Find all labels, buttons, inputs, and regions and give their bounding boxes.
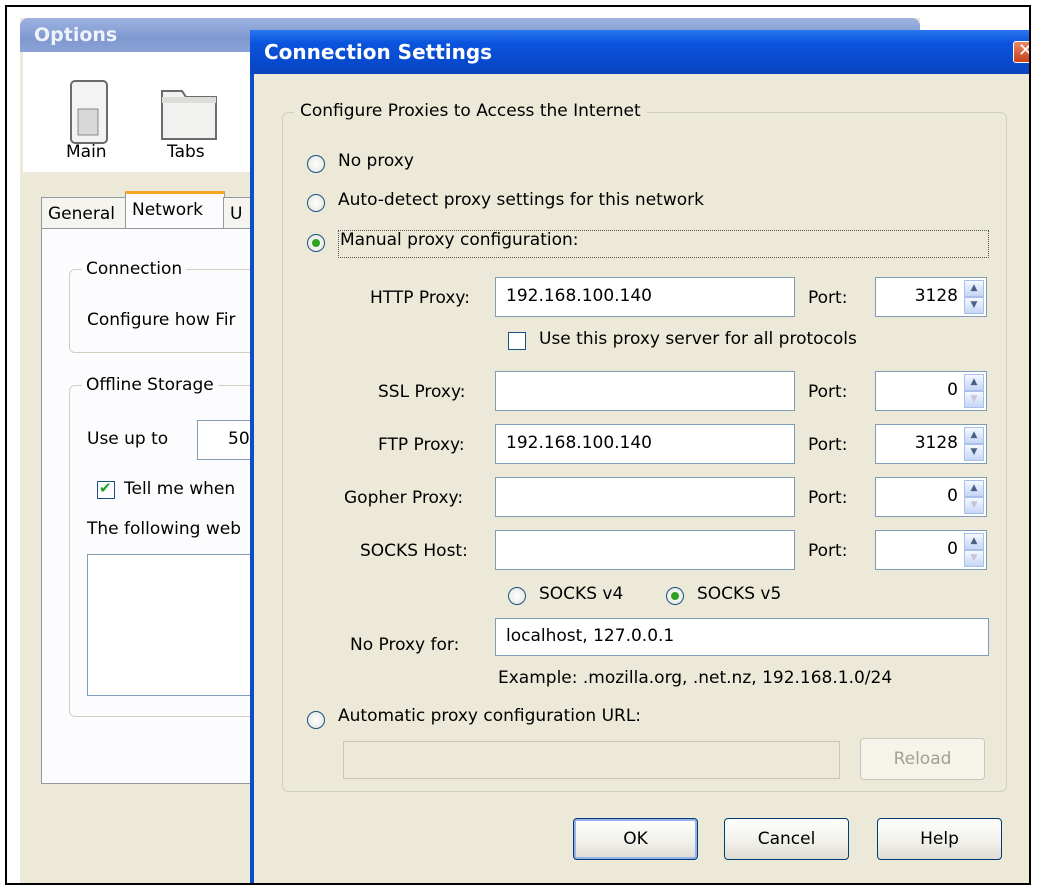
socks-port-label: Port: — [808, 541, 848, 561]
gopher-port-value: 0 — [947, 486, 958, 506]
no-proxy-example: Example: .mozilla.org, .net.nz, 192.168.… — [498, 668, 893, 688]
use-up-to-value: 50 — [228, 429, 250, 449]
close-button[interactable]: ✕ — [1013, 40, 1029, 63]
socks-port-value: 0 — [947, 539, 958, 559]
auto-detect-label[interactable]: Auto-detect proxy settings for this netw… — [338, 190, 704, 210]
cancel-button[interactable]: Cancel — [724, 818, 849, 860]
reload-button[interactable]: Reload — [860, 738, 985, 780]
tell-me-label: Tell me when — [124, 479, 236, 499]
gopher-proxy-label: Gopher Proxy: — [344, 488, 464, 508]
no-proxy-for-value: localhost, 127.0.0.1 — [506, 626, 675, 646]
gopher-proxy-input[interactable] — [495, 477, 795, 517]
use-all-protocols-checkbox[interactable] — [508, 332, 526, 350]
http-port-label: Port: — [808, 288, 848, 308]
tab-general-label: General — [48, 204, 115, 224]
connection-group-label: Connection — [82, 259, 187, 279]
ftp-port-value: 3128 — [914, 433, 958, 453]
gopher-port-down-icon[interactable]: ▼ — [964, 497, 984, 514]
gopher-port-spinner[interactable]: 0 ▲ ▼ — [875, 477, 987, 517]
ssl-port-up-icon[interactable]: ▲ — [964, 374, 984, 391]
http-proxy-input[interactable]: 192.168.100.140 — [495, 277, 795, 317]
no-proxy-label[interactable]: No proxy — [338, 151, 414, 171]
socks-port-down-icon[interactable]: ▼ — [964, 550, 984, 567]
ssl-port-down-icon[interactable]: ▼ — [964, 391, 984, 408]
http-proxy-value: 192.168.100.140 — [506, 286, 653, 306]
socks-port-spinner[interactable]: 0 ▲ ▼ — [875, 530, 987, 570]
offline-storage-label: Offline Storage — [82, 375, 218, 395]
gopher-port-label: Port: — [808, 488, 848, 508]
dialog-title: Connection Settings — [264, 40, 493, 64]
close-icon: ✕ — [1018, 40, 1029, 61]
auto-config-url-radio[interactable] — [307, 711, 325, 729]
http-port-down-icon[interactable]: ▼ — [964, 297, 984, 314]
http-proxy-label: HTTP Proxy: — [370, 288, 470, 308]
ssl-proxy-label: SSL Proxy: — [378, 382, 466, 402]
socks-v4-radio[interactable] — [508, 587, 526, 605]
socks-v5-label[interactable]: SOCKS v5 — [697, 584, 781, 604]
pane-label-tabs[interactable]: Tabs — [167, 142, 205, 162]
ftp-port-spinner[interactable]: 3128 ▲ ▼ — [875, 424, 987, 464]
options-title: Options — [34, 24, 118, 46]
connection-description: Configure how Fir — [87, 310, 236, 330]
auto-config-url-label[interactable]: Automatic proxy configuration URL: — [338, 706, 641, 726]
screenshot-frame: Options Main Tabs General Network U Conn… — [5, 5, 1031, 885]
ftp-proxy-label: FTP Proxy: — [378, 435, 465, 455]
main-pane-icon[interactable] — [67, 79, 111, 147]
socks-v4-label[interactable]: SOCKS v4 — [539, 584, 623, 604]
no-proxy-for-input[interactable]: localhost, 127.0.0.1 — [495, 618, 989, 656]
http-port-spinner[interactable]: 3128 ▲ ▼ — [875, 277, 987, 317]
tab-update-label: U — [230, 204, 243, 224]
dialog-titlebar: Connection Settings — [250, 30, 1029, 74]
ssl-port-value: 0 — [947, 380, 958, 400]
no-proxy-radio[interactable] — [307, 155, 325, 173]
following-websites-label: The following web — [87, 519, 242, 539]
ftp-port-up-icon[interactable]: ▲ — [964, 427, 984, 444]
socks-port-up-icon[interactable]: ▲ — [964, 533, 984, 550]
manual-proxy-label[interactable]: Manual proxy configuration: — [340, 230, 578, 250]
auto-config-url-input[interactable] — [343, 741, 840, 779]
tabs-pane-icon[interactable] — [159, 79, 219, 141]
socks-v5-radio[interactable] — [666, 587, 684, 605]
ssl-port-spinner[interactable]: 0 ▲ ▼ — [875, 371, 987, 411]
use-all-protocols-label[interactable]: Use this proxy server for all protocols — [539, 329, 857, 349]
tab-network-label: Network — [132, 200, 203, 220]
no-proxy-for-label: No Proxy for: — [350, 635, 460, 655]
ftp-port-label: Port: — [808, 435, 848, 455]
manual-proxy-radio[interactable] — [307, 234, 325, 252]
offline-websites-list[interactable] — [87, 554, 269, 696]
ftp-proxy-input[interactable]: 192.168.100.140 — [495, 424, 795, 464]
use-up-to-input[interactable]: 50 — [197, 420, 257, 460]
http-port-value: 3128 — [914, 286, 958, 306]
http-port-up-icon[interactable]: ▲ — [964, 280, 984, 297]
tell-me-checkbox[interactable] — [97, 479, 115, 499]
ssl-proxy-input[interactable] — [495, 371, 795, 411]
socks-host-label: SOCKS Host: — [360, 541, 468, 561]
proxy-group-label: Configure Proxies to Access the Internet — [294, 101, 647, 121]
auto-detect-radio[interactable] — [307, 194, 325, 212]
use-up-to-label: Use up to — [87, 429, 169, 449]
ftp-proxy-value: 192.168.100.140 — [506, 433, 653, 453]
pane-label-main[interactable]: Main — [66, 142, 107, 162]
socks-host-input[interactable] — [495, 530, 795, 570]
help-button[interactable]: Help — [877, 818, 1002, 860]
gopher-port-up-icon[interactable]: ▲ — [964, 480, 984, 497]
ftp-port-down-icon[interactable]: ▼ — [964, 444, 984, 461]
ok-button[interactable]: OK — [573, 818, 698, 860]
ssl-port-label: Port: — [808, 382, 848, 402]
